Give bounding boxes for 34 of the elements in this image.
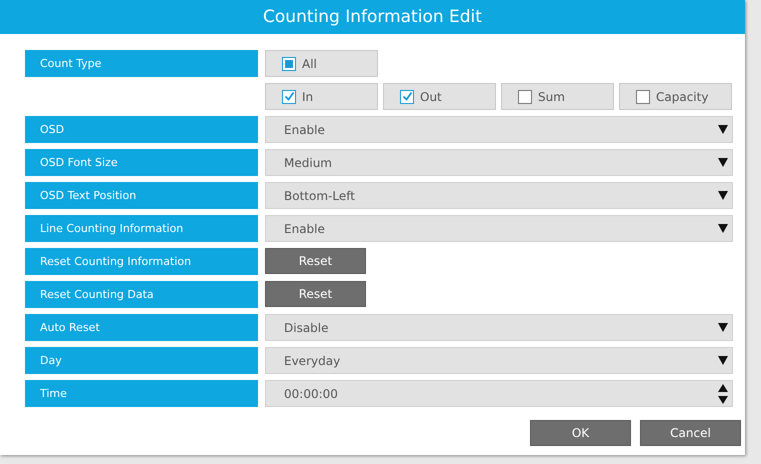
caret-icon — [718, 191, 728, 200]
dialog-button[interactable]: OK — [530, 420, 631, 446]
field-label: Day — [25, 347, 258, 374]
dropdown[interactable]: Everyday — [265, 347, 733, 374]
dropdown[interactable]: Bottom-Left — [265, 182, 733, 209]
dropdown[interactable]: Enable — [265, 215, 733, 242]
checkbox[interactable]: Out — [383, 83, 496, 110]
reset-button[interactable]: Reset — [265, 248, 366, 274]
checkbox[interactable]: Capacity — [619, 83, 732, 110]
field-label: Line Counting Information — [25, 215, 258, 242]
field-label: Reset Counting Data — [25, 281, 258, 308]
dropdown[interactable]: Enable — [265, 116, 733, 143]
checkbox[interactable]: Sum — [501, 83, 614, 110]
spinner-icon — [718, 382, 728, 404]
time-field[interactable]: 00:00:00 — [265, 380, 733, 407]
dialog-button[interactable]: Cancel — [640, 420, 741, 446]
dropdown[interactable]: Medium — [265, 149, 733, 176]
field-label: Reset Counting Information — [25, 248, 258, 275]
caret-icon — [718, 158, 728, 167]
field-label: OSD — [25, 116, 258, 143]
dropdown[interactable]: Disable — [265, 314, 733, 341]
dialog-title: Counting Information Edit — [0, 0, 745, 34]
caret-icon — [718, 323, 728, 332]
field-label: OSD Text Position — [25, 182, 258, 209]
field-label: Time — [25, 380, 258, 407]
checkbox[interactable]: In — [265, 83, 378, 110]
reset-button[interactable]: Reset — [265, 281, 366, 307]
field-label: Auto Reset — [25, 314, 258, 341]
checkbox[interactable]: All — [265, 50, 378, 77]
caret-icon — [718, 125, 728, 134]
caret-icon — [718, 224, 728, 233]
field-label: OSD Font Size — [25, 149, 258, 176]
caret-icon — [718, 356, 728, 365]
field-label: Count Type — [25, 50, 258, 77]
